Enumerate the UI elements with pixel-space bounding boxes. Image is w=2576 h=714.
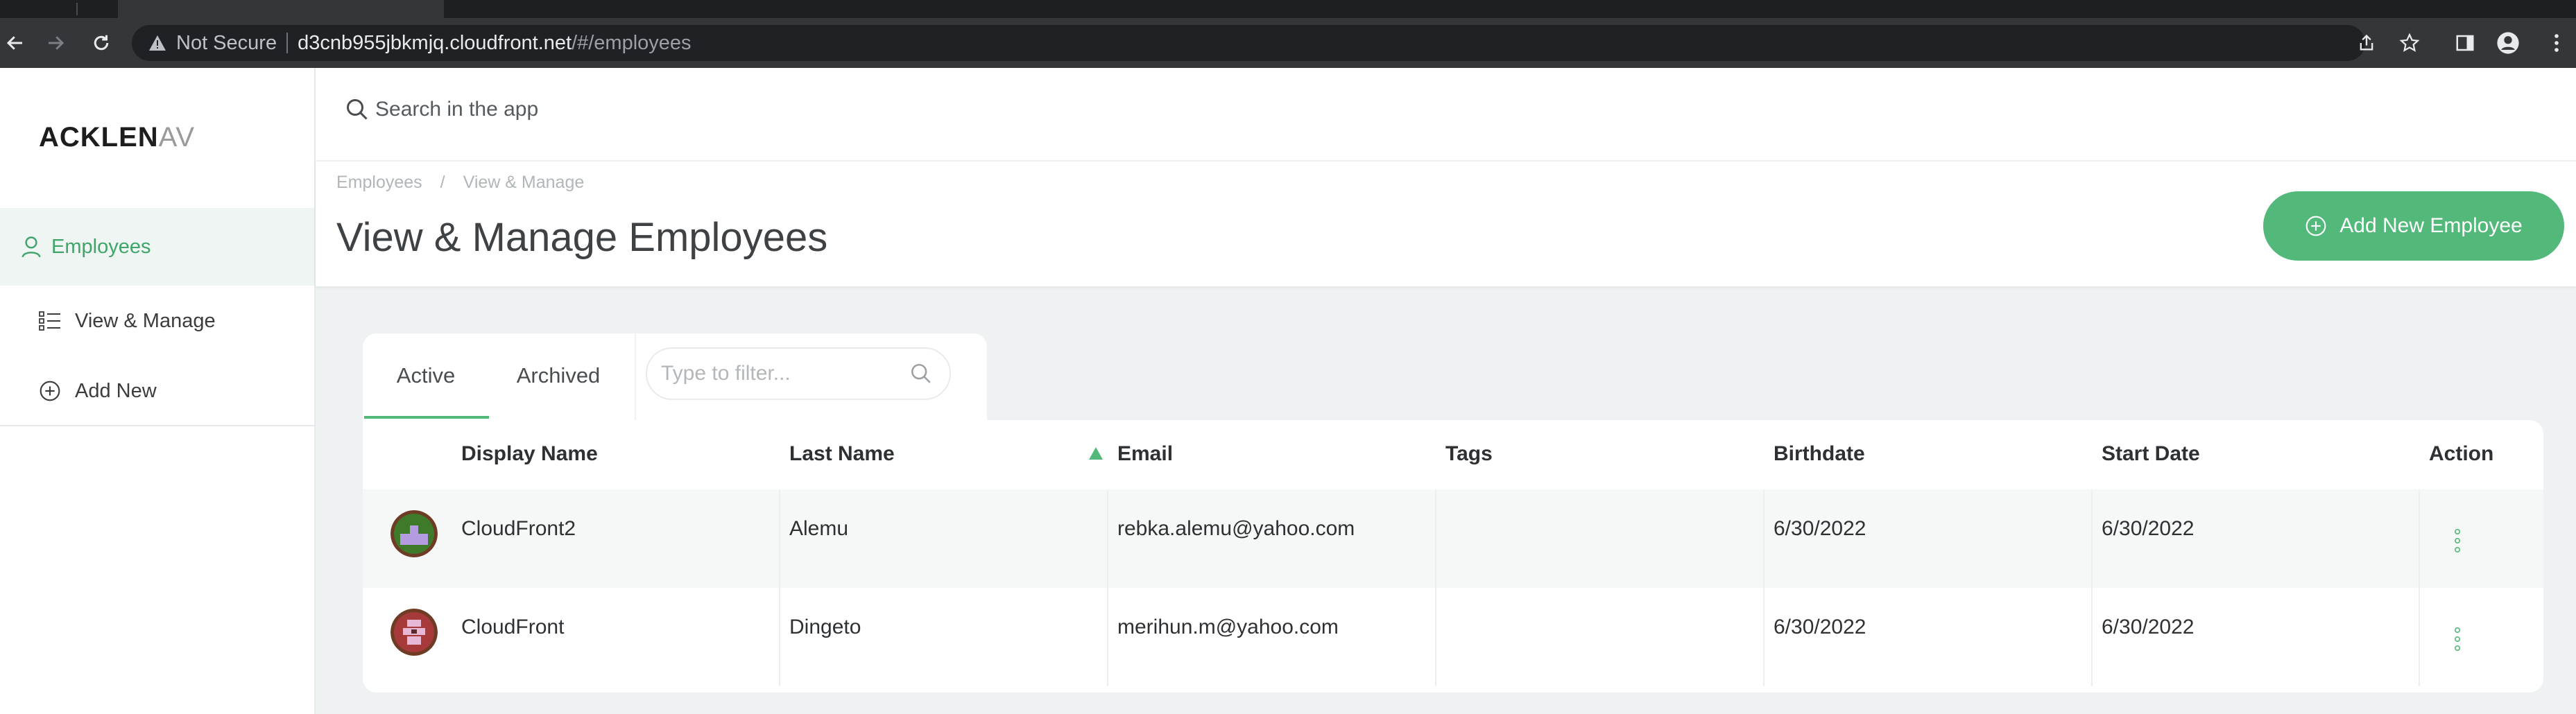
table-row[interactable]: CloudFront Dingeto merihun.m@yahoo.com 6… bbox=[363, 588, 2543, 686]
column-divider bbox=[1435, 588, 1436, 686]
cell-email: rebka.alemu@yahoo.com bbox=[1117, 517, 1355, 540]
cell-start-date: 6/30/2022 bbox=[2102, 616, 2195, 638]
filter-card: Active Archived bbox=[363, 333, 987, 420]
employees-table: Display Name Last Name Email Tags Birthd… bbox=[363, 420, 2543, 693]
column-divider bbox=[2419, 489, 2420, 588]
column-divider bbox=[1763, 489, 1764, 588]
breadcrumb-separator: / bbox=[440, 173, 445, 192]
column-divider bbox=[1107, 588, 1108, 686]
column-header-birthdate[interactable]: Birthdate bbox=[1774, 442, 1865, 466]
column-divider bbox=[1763, 588, 1764, 686]
browser-tabstrip bbox=[0, 0, 2576, 18]
avatar bbox=[390, 510, 438, 557]
profile-icon[interactable] bbox=[2493, 28, 2523, 58]
table-row[interactable]: CloudFront2 Alemu rebka.alemu@yahoo.com … bbox=[363, 489, 2543, 588]
cell-last-name: Dingeto bbox=[789, 616, 861, 638]
url-path: /#/employees bbox=[572, 31, 692, 54]
tab-active[interactable]: Active bbox=[363, 333, 489, 418]
column-divider bbox=[779, 489, 780, 588]
filter-input[interactable] bbox=[661, 362, 897, 385]
logo-text: ACKLEN bbox=[39, 122, 159, 153]
column-header-start-date[interactable]: Start Date bbox=[2102, 442, 2200, 466]
search-icon[interactable] bbox=[342, 94, 372, 125]
warning-icon[interactable] bbox=[147, 33, 168, 53]
column-divider bbox=[1107, 489, 1108, 588]
app-search-bar bbox=[316, 68, 2576, 162]
search-input[interactable] bbox=[375, 90, 2151, 129]
browser-menu-icon[interactable] bbox=[2541, 28, 2572, 58]
column-header-display-name[interactable]: Display Name bbox=[461, 442, 598, 466]
back-icon[interactable] bbox=[0, 28, 31, 58]
side-panel-icon[interactable] bbox=[2450, 28, 2480, 58]
column-divider bbox=[2419, 588, 2420, 686]
column-header-tags[interactable]: Tags bbox=[1445, 442, 1493, 466]
plus-circle-icon bbox=[39, 380, 61, 402]
cell-birthdate: 6/30/2022 bbox=[1774, 517, 1866, 540]
url-host: d3cnb955jbkmjq.cloudfront.net bbox=[298, 31, 572, 54]
cell-last-name: Alemu bbox=[789, 517, 849, 540]
filter-separator bbox=[635, 333, 636, 420]
column-header-last-name[interactable]: Last Name bbox=[789, 442, 895, 466]
column-divider bbox=[2091, 588, 2093, 686]
cell-display-name: CloudFront bbox=[461, 616, 565, 638]
active-tab-indicator bbox=[364, 416, 489, 419]
add-new-employee-label: Add New Employee bbox=[2339, 214, 2523, 237]
sidebar-item-add-new[interactable]: Add New bbox=[39, 370, 157, 412]
app-root: ACKLENAV Employees View & Manage Add New bbox=[0, 68, 2576, 714]
column-divider bbox=[1435, 489, 1436, 588]
person-icon bbox=[21, 236, 42, 258]
avatar bbox=[390, 609, 438, 656]
sidebar-item-view-manage[interactable]: View & Manage bbox=[39, 300, 216, 342]
sidebar-item-label: Add New bbox=[75, 379, 157, 402]
add-new-employee-button[interactable]: Add New Employee bbox=[2263, 191, 2564, 261]
main-content: Employees / View & Manage View & Manage … bbox=[316, 68, 2576, 714]
sidebar-item-label: View & Manage bbox=[75, 309, 216, 332]
address-bar[interactable]: Not Secure d3cnb955jbkmjq.cloudfront.net… bbox=[132, 25, 2365, 61]
column-divider bbox=[779, 588, 780, 686]
page-title: View & Manage Employees bbox=[336, 215, 828, 260]
sidebar-section-employees[interactable]: Employees bbox=[0, 208, 314, 286]
tab-separator bbox=[76, 3, 78, 15]
forward-icon[interactable] bbox=[40, 28, 71, 58]
bookmark-star-icon[interactable] bbox=[2394, 28, 2425, 58]
company-logo[interactable]: ACKLENAV bbox=[39, 122, 195, 153]
cell-email: merihun.m@yahoo.com bbox=[1117, 616, 1339, 638]
column-divider bbox=[2091, 489, 2093, 588]
filter-box[interactable] bbox=[646, 347, 951, 400]
plus-circle-icon bbox=[2305, 215, 2327, 237]
sidebar: ACKLENAV Employees View & Manage Add New bbox=[0, 68, 316, 714]
breadcrumb-employees[interactable]: Employees bbox=[336, 173, 422, 193]
browser-toolbar: Not Secure d3cnb955jbkmjq.cloudfront.net… bbox=[0, 18, 2576, 68]
table-header: Display Name Last Name Email Tags Birthd… bbox=[363, 420, 2543, 489]
sidebar-divider bbox=[0, 425, 314, 426]
row-actions-menu-icon[interactable] bbox=[2447, 624, 2468, 654]
sort-ascending-icon[interactable] bbox=[1088, 446, 1104, 460]
cell-start-date: 6/30/2022 bbox=[2102, 517, 2195, 540]
sidebar-section-label: Employees bbox=[51, 235, 151, 258]
security-status[interactable]: Not Secure bbox=[176, 32, 277, 55]
column-header-action: Action bbox=[2429, 442, 2494, 465]
row-actions-menu-icon[interactable] bbox=[2447, 525, 2468, 556]
tab-archived[interactable]: Archived bbox=[489, 333, 628, 418]
breadcrumb-view-manage[interactable]: View & Manage bbox=[463, 173, 585, 193]
cell-birthdate: 6/30/2022 bbox=[1774, 616, 1866, 638]
browser-tab[interactable] bbox=[118, 0, 444, 18]
logo-text-faded: AV bbox=[158, 122, 196, 153]
breadcrumb: Employees / View & Manage bbox=[336, 173, 584, 193]
column-header-email[interactable]: Email bbox=[1117, 442, 1173, 466]
omnibox-divider bbox=[286, 33, 289, 53]
share-icon[interactable] bbox=[2351, 28, 2382, 58]
page-header: Employees / View & Manage View & Manage … bbox=[316, 162, 2576, 286]
search-icon[interactable] bbox=[909, 362, 933, 385]
cell-display-name: CloudFront2 bbox=[461, 517, 576, 540]
reload-icon[interactable] bbox=[86, 28, 117, 58]
list-icon bbox=[39, 311, 61, 331]
